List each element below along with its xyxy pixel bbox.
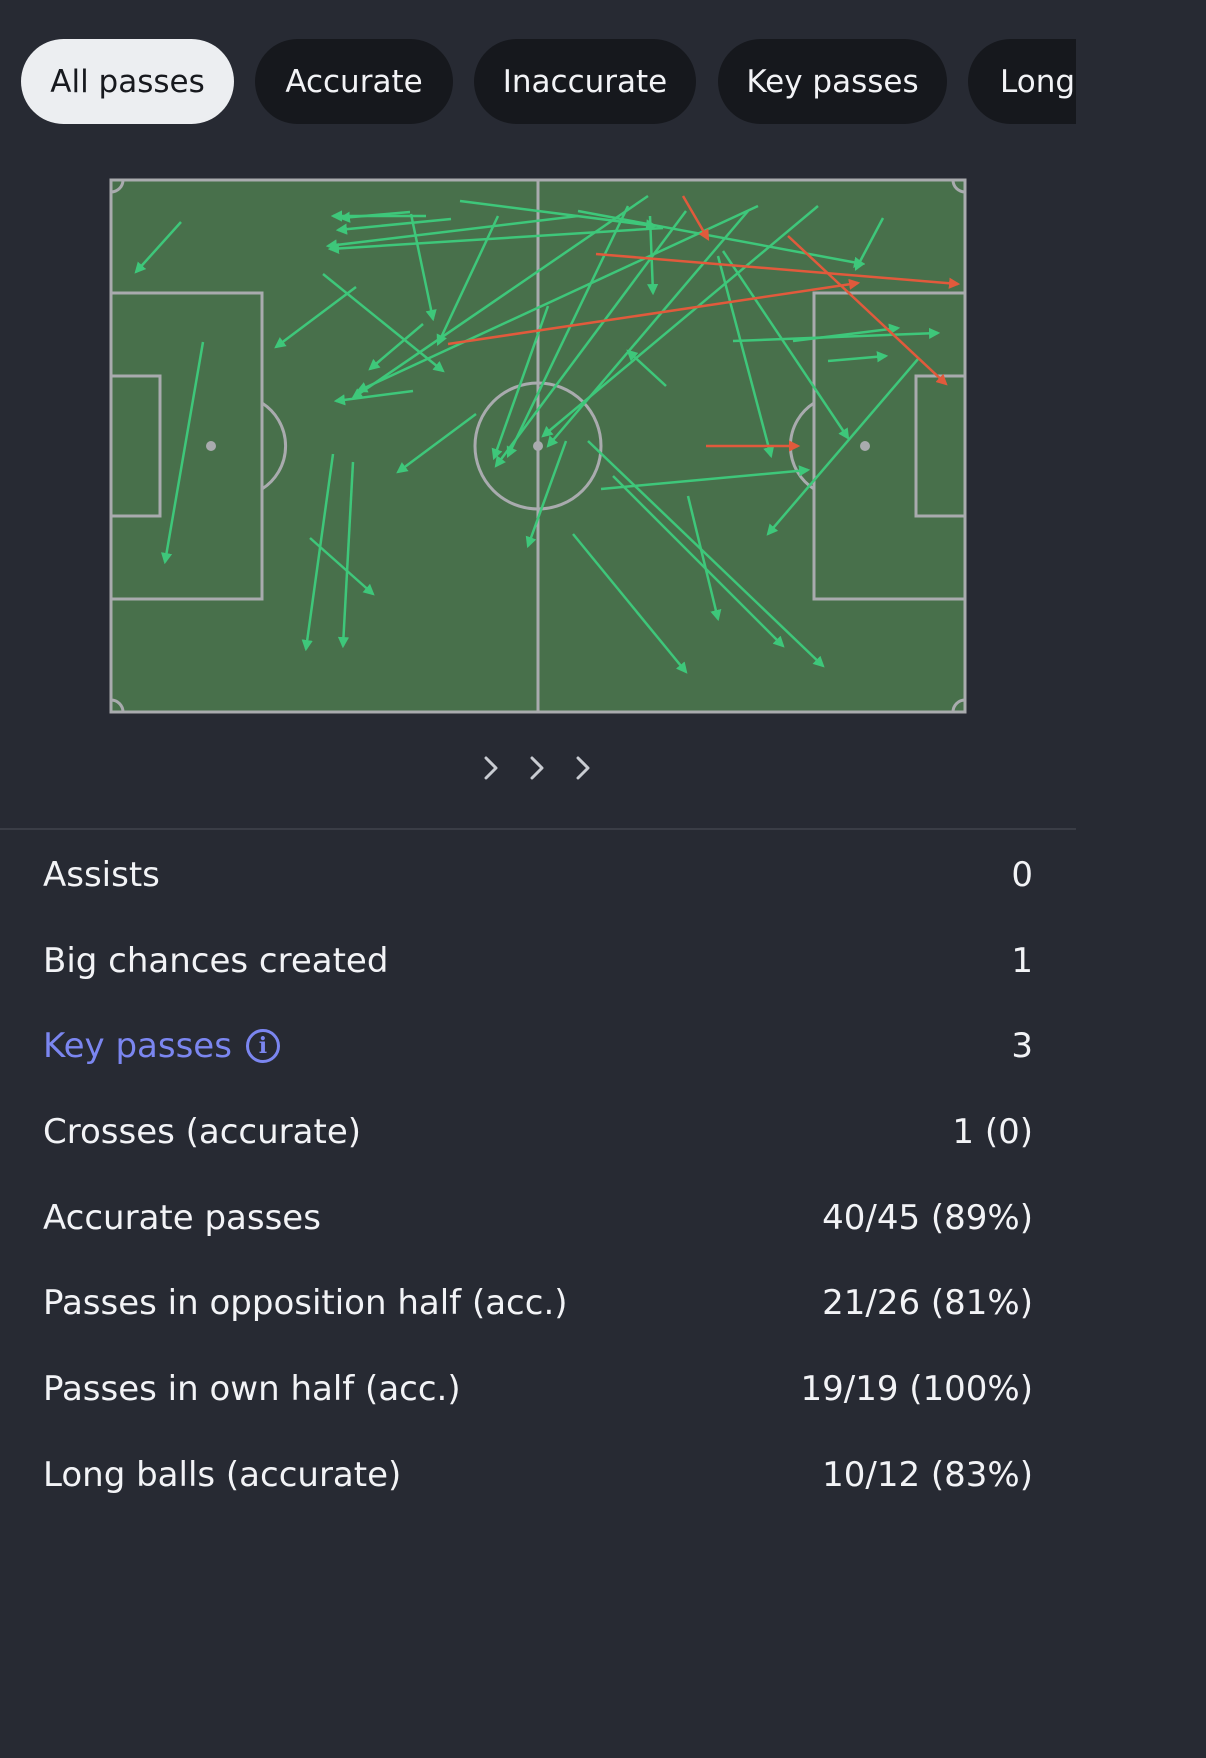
chevron-right-icon bbox=[572, 748, 596, 788]
stat-label: Accurate passes bbox=[43, 1197, 321, 1238]
stat-label: Long balls (accurate) bbox=[43, 1454, 402, 1495]
stat-label: Passes in own half (acc.) bbox=[43, 1368, 461, 1409]
pager[interactable] bbox=[0, 748, 1076, 788]
passing-stats: Assists 0 Big chances created 1 Key pass… bbox=[0, 832, 1076, 1518]
stat-row-assists: Assists 0 bbox=[0, 832, 1076, 918]
pass-filter-tabs: All passes Accurate Inaccurate Key passe… bbox=[0, 39, 1076, 125]
stat-value: 0 bbox=[1011, 854, 1033, 895]
stat-row-own-half: Passes in own half (acc.) 19/19 (100%) bbox=[0, 1346, 1076, 1432]
stat-row-long-balls: Long balls (accurate) 10/12 (83%) bbox=[0, 1432, 1076, 1518]
stat-label[interactable]: Key passes bbox=[43, 1026, 232, 1066]
pass-map bbox=[108, 176, 968, 716]
stat-value: 1 (0) bbox=[952, 1111, 1033, 1152]
tab-key-passes[interactable]: Key passes bbox=[718, 39, 947, 124]
chevron-right-icon bbox=[526, 748, 550, 788]
stat-value: 19/19 (100%) bbox=[800, 1368, 1033, 1409]
tab-accurate[interactable]: Accurate bbox=[255, 39, 453, 124]
stat-row-big-chances: Big chances created 1 bbox=[0, 918, 1076, 1004]
divider bbox=[0, 828, 1076, 830]
stat-value: 40/45 (89%) bbox=[822, 1197, 1033, 1238]
stat-value: 10/12 (83%) bbox=[822, 1454, 1033, 1495]
tab-inaccurate[interactable]: Inaccurate bbox=[474, 39, 696, 124]
stat-value: 3 bbox=[1011, 1026, 1033, 1067]
tab-long[interactable]: Long bbox=[968, 39, 1076, 124]
chevron-right-icon bbox=[480, 748, 504, 788]
penalty-spot-right bbox=[860, 441, 870, 451]
stat-row-accurate-passes: Accurate passes 40/45 (89%) bbox=[0, 1175, 1076, 1261]
stat-label: Big chances created bbox=[43, 940, 389, 981]
stat-value: 21/26 (81%) bbox=[822, 1283, 1033, 1324]
stat-value: 1 bbox=[1011, 940, 1033, 981]
stat-label: Crosses (accurate) bbox=[43, 1111, 362, 1152]
key-passes-link[interactable]: Key passes i bbox=[43, 1026, 280, 1066]
stat-label: Assists bbox=[43, 854, 160, 895]
tab-all-passes[interactable]: All passes bbox=[21, 39, 234, 124]
stat-row-opposition-half: Passes in opposition half (acc.) 21/26 (… bbox=[0, 1260, 1076, 1346]
centre-spot bbox=[533, 441, 543, 451]
penalty-spot-left bbox=[206, 441, 216, 451]
info-icon[interactable]: i bbox=[245, 1029, 280, 1064]
stat-label: Passes in opposition half (acc.) bbox=[43, 1283, 568, 1324]
stat-row-crosses: Crosses (accurate) 1 (0) bbox=[0, 1089, 1076, 1175]
stat-row-key-passes: Key passes i 3 bbox=[0, 1003, 1076, 1089]
pitch-svg bbox=[109, 178, 967, 714]
